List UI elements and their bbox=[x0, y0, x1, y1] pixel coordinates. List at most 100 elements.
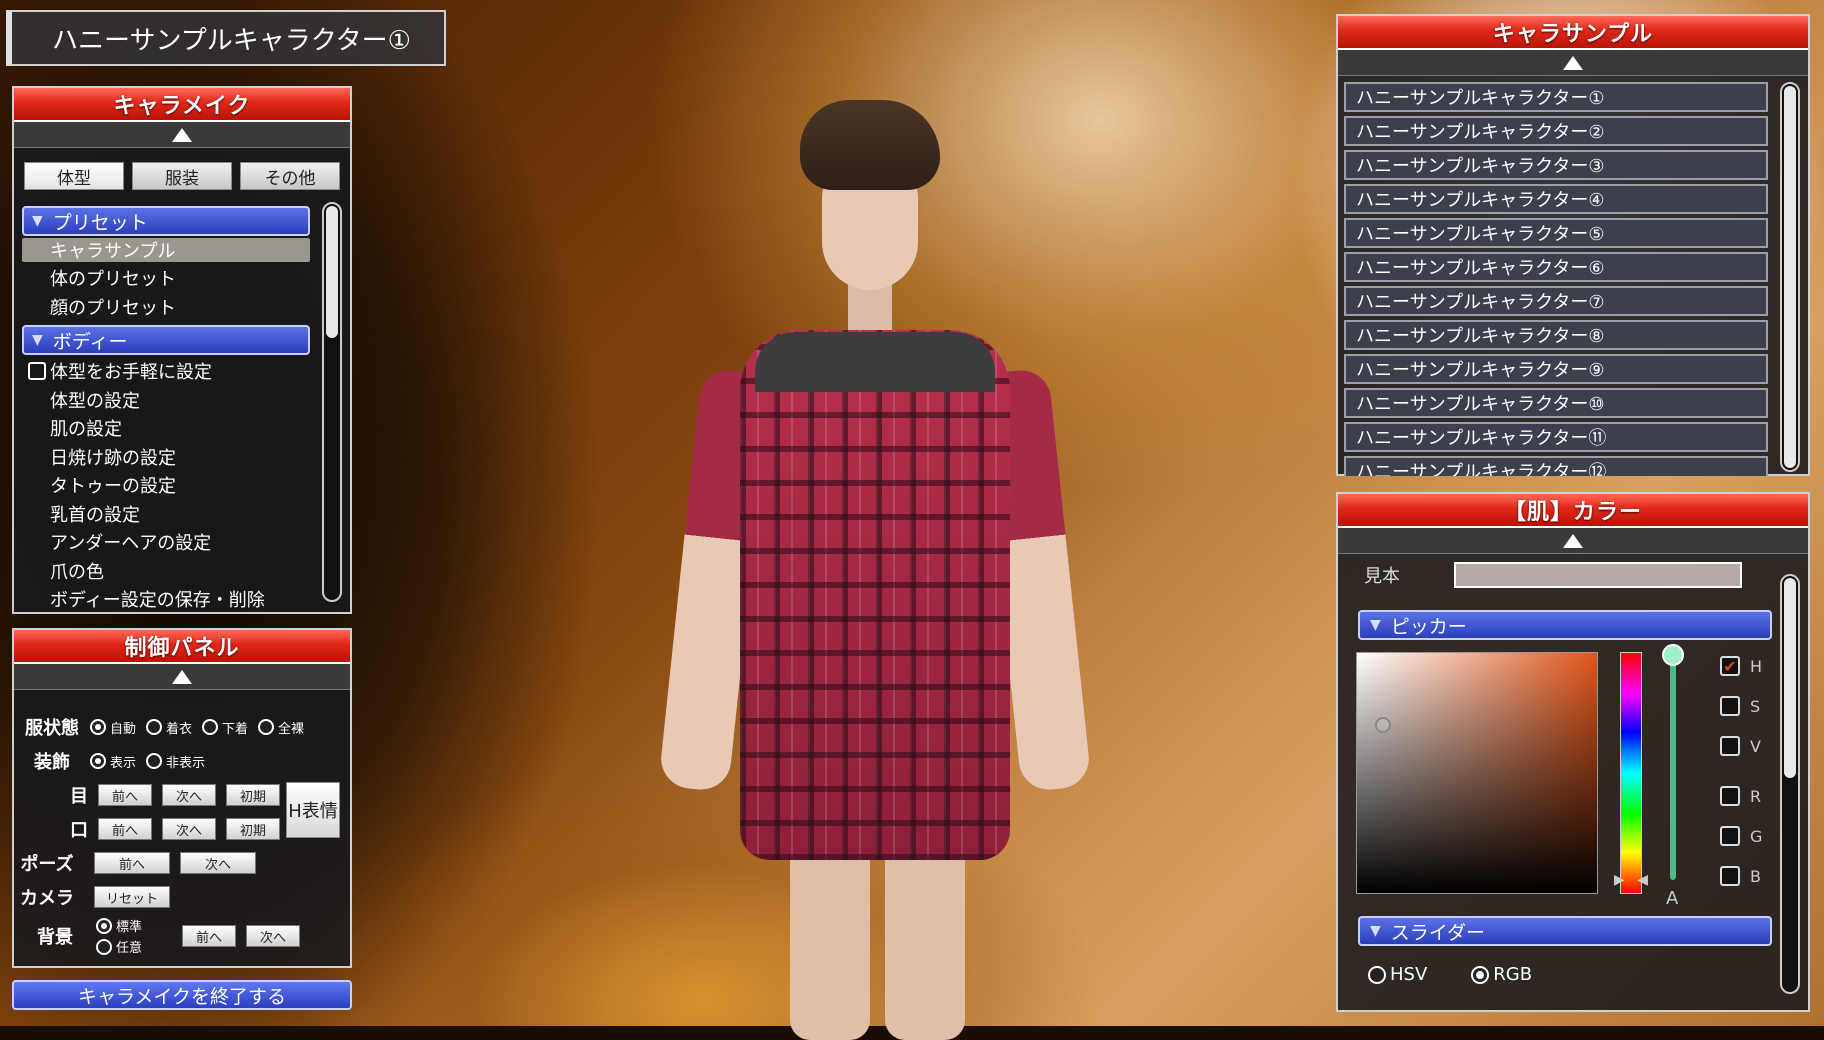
section-body[interactable]: ▼ ボディー bbox=[22, 325, 310, 355]
radio-label: 表示 bbox=[110, 755, 137, 771]
easy-body-label: 体型をお手軽に設定 bbox=[50, 362, 212, 384]
exit-chara-make-button[interactable]: キャラメイクを終了する bbox=[12, 980, 352, 1010]
checkbox-empty-icon bbox=[1720, 786, 1740, 806]
sample-item-6[interactable]: ハニーサンプルキャラクター⑥ bbox=[1344, 252, 1768, 282]
tab-other[interactable]: その他 bbox=[240, 162, 340, 190]
menu-item-underhair[interactable]: アンダーヘアの設定 bbox=[22, 528, 310, 557]
chara-sample-collapse[interactable] bbox=[1338, 50, 1808, 76]
alpha-slider-knob[interactable] bbox=[1662, 644, 1684, 666]
clothing-auto-radio[interactable]: 自動 bbox=[90, 718, 136, 737]
hue-slider[interactable] bbox=[1620, 652, 1642, 894]
scrollbar-thumb[interactable] bbox=[326, 206, 338, 338]
background-next-button[interactable]: 次へ bbox=[246, 925, 301, 947]
h-expression-button[interactable]: H表情 bbox=[286, 782, 340, 838]
collapse-up-icon bbox=[172, 127, 192, 142]
camera-reset-button[interactable]: リセット bbox=[94, 886, 170, 908]
channel-label: H bbox=[1750, 656, 1763, 676]
sample-item-4[interactable]: ハニーサンプルキャラクター④ bbox=[1344, 184, 1768, 214]
menu-item-body-preset[interactable]: 体のプリセット bbox=[22, 264, 310, 293]
sample-item-2[interactable]: ハニーサンプルキャラクター② bbox=[1344, 116, 1768, 146]
skin-color-collapse[interactable] bbox=[1338, 528, 1808, 554]
eyes-reset-button[interactable]: 初期 bbox=[226, 784, 280, 806]
collapse-up-icon bbox=[172, 669, 192, 684]
menu-item-nipple[interactable]: 乳首の設定 bbox=[22, 500, 310, 529]
channel-s-checkbox[interactable]: S bbox=[1720, 694, 1762, 718]
menu-item-nail-color[interactable]: 爪の色 bbox=[22, 557, 310, 586]
eyes-prev-button[interactable]: 前へ bbox=[98, 784, 152, 806]
menu-item-body-shape[interactable]: 体型の設定 bbox=[22, 386, 310, 415]
character-model bbox=[658, 100, 1100, 1040]
menu-item-save-delete[interactable]: ボディー設定の保存・削除 bbox=[22, 585, 310, 614]
mouth-reset-button[interactable]: 初期 bbox=[226, 818, 280, 840]
slider-label: スライダー bbox=[1390, 921, 1486, 944]
channel-b-checkbox[interactable]: B bbox=[1720, 864, 1762, 888]
pose-prev-button[interactable]: 前へ bbox=[94, 852, 170, 874]
pose-label: ポーズ bbox=[20, 854, 74, 875]
menu-item-chara-sample[interactable]: キャラサンプル bbox=[22, 238, 310, 262]
character-shirt-yoke bbox=[755, 332, 995, 392]
saturation-value-picker[interactable] bbox=[1356, 652, 1598, 894]
sample-item-11[interactable]: ハニーサンプルキャラクター⑪ bbox=[1344, 422, 1768, 452]
channel-h-checkbox[interactable]: ✔ H bbox=[1720, 654, 1762, 678]
scrollbar-thumb[interactable] bbox=[1784, 578, 1796, 778]
sample-item-9[interactable]: ハニーサンプルキャラクター⑨ bbox=[1344, 354, 1768, 384]
sample-item-8[interactable]: ハニーサンプルキャラクター⑧ bbox=[1344, 320, 1768, 350]
skin-color-scrollbar[interactable] bbox=[1780, 574, 1800, 994]
section-preset[interactable]: ▼ プリセット bbox=[22, 206, 310, 236]
mouth-prev-button[interactable]: 前へ bbox=[98, 818, 152, 840]
clothing-state-row: 服状態 自動 着衣 下着 全裸 bbox=[14, 714, 314, 740]
channel-g-checkbox[interactable]: G bbox=[1720, 824, 1762, 848]
collapse-down-icon: ▼ bbox=[1370, 923, 1381, 939]
background-standard-radio[interactable]: 標準 bbox=[96, 916, 142, 935]
mode-rgb-radio[interactable]: RGB bbox=[1471, 964, 1532, 985]
easy-body-checkbox[interactable] bbox=[28, 362, 46, 381]
character-leg-right bbox=[885, 840, 965, 1040]
sample-item-7[interactable]: ハニーサンプルキャラクター⑦ bbox=[1344, 286, 1768, 316]
sample-item-10[interactable]: ハニーサンプルキャラクター⑩ bbox=[1344, 388, 1768, 418]
scrollbar-thumb[interactable] bbox=[1784, 86, 1796, 468]
hue-marker-icon[interactable]: ▶ ◀ bbox=[1614, 872, 1648, 888]
accessory-hide-radio[interactable]: 非表示 bbox=[146, 752, 205, 771]
alpha-label: A bbox=[1666, 888, 1679, 909]
pose-next-button[interactable]: 次へ bbox=[180, 852, 256, 874]
tab-clothing[interactable]: 服装 bbox=[132, 162, 232, 190]
channel-r-checkbox[interactable]: R bbox=[1720, 784, 1762, 808]
collapse-down-icon: ▼ bbox=[32, 213, 43, 229]
clothing-underwear-radio[interactable]: 下着 bbox=[202, 718, 248, 737]
chara-make-scrollbar[interactable] bbox=[322, 202, 342, 602]
menu-item-skin[interactable]: 肌の設定 bbox=[22, 414, 310, 443]
chara-sample-header: キャラサンプル bbox=[1338, 16, 1808, 50]
background-custom-radio[interactable]: 任意 bbox=[96, 937, 142, 956]
background-prev-button[interactable]: 前へ bbox=[182, 925, 237, 947]
menu-item-face-preset[interactable]: 顔のプリセット bbox=[22, 293, 310, 322]
sample-item-12[interactable]: ハニーサンプルキャラクター⑫ bbox=[1344, 456, 1768, 476]
picker-cursor[interactable] bbox=[1375, 717, 1391, 733]
menu-item-tan-lines[interactable]: 日焼け跡の設定 bbox=[22, 443, 310, 472]
sample-item-3[interactable]: ハニーサンプルキャラクター③ bbox=[1344, 150, 1768, 180]
mode-hsv-radio[interactable]: HSV bbox=[1368, 964, 1427, 985]
eyes-next-button[interactable]: 次へ bbox=[162, 784, 216, 806]
sample-item-5[interactable]: ハニーサンプルキャラクター⑤ bbox=[1344, 218, 1768, 248]
clothing-nude-radio[interactable]: 全裸 bbox=[258, 718, 304, 737]
control-panel-collapse[interactable] bbox=[14, 664, 350, 690]
picker-section-header[interactable]: ▼ ピッカー bbox=[1358, 610, 1772, 640]
chara-sample-scrollbar[interactable] bbox=[1780, 82, 1800, 472]
character-leg-left bbox=[790, 840, 870, 1040]
alpha-slider[interactable] bbox=[1670, 656, 1676, 880]
sample-item-1[interactable]: ハニーサンプルキャラクター① bbox=[1344, 82, 1768, 112]
mouth-next-button[interactable]: 次へ bbox=[162, 818, 216, 840]
radio-off-icon bbox=[146, 753, 163, 769]
menu-item-tattoo[interactable]: タトゥーの設定 bbox=[22, 471, 310, 500]
chara-make-collapse[interactable] bbox=[14, 122, 350, 148]
radio-on-icon bbox=[90, 753, 106, 769]
slider-section-header[interactable]: ▼ スライダー bbox=[1358, 916, 1772, 946]
tab-body[interactable]: 体型 bbox=[24, 162, 124, 190]
channel-v-checkbox[interactable]: V bbox=[1720, 734, 1762, 758]
radio-off-icon bbox=[258, 719, 275, 735]
clothing-dressed-radio[interactable]: 着衣 bbox=[146, 718, 192, 737]
radio-label: 着衣 bbox=[166, 721, 193, 737]
mouth-row: 口 前へ 次へ 初期 bbox=[14, 816, 290, 842]
background-radio-group: 標準 任意 bbox=[96, 916, 152, 956]
menu-item-easy-body[interactable]: 体型をお手軽に設定 bbox=[22, 357, 310, 386]
accessory-show-radio[interactable]: 表示 bbox=[90, 752, 136, 771]
